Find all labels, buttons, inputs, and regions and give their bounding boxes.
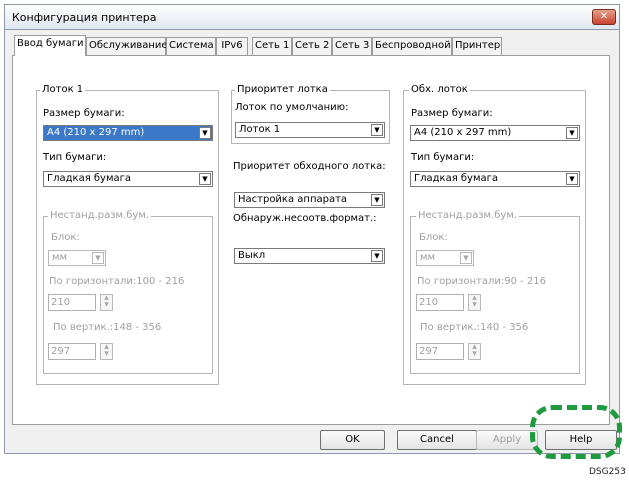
tray1-vertical-field[interactable]: 297 [48,343,96,360]
tray1-custom-legend: Нестанд.разм.бум. [48,210,152,221]
tab-wireless[interactable]: Беспроводной [372,37,452,55]
bypass-paper-type-label: Тип бумаги: [411,152,475,163]
chevron-down-icon[interactable]: ▼ [92,252,104,264]
chevron-down-icon[interactable]: ▼ [566,127,578,139]
priority-legend: Приоритет лотка [235,84,330,95]
ok-button[interactable]: OK [320,430,385,450]
tray1-legend: Лоток 1 [40,84,86,95]
tab-printer[interactable]: Принтер [452,37,502,55]
bypass-priority-value: Настройка аппарата [238,194,348,205]
default-tray-value: Лоток 1 [239,124,281,135]
bypass-unit-label: Блок: [419,232,448,243]
cancel-button[interactable]: Cancel [397,430,477,450]
tab-network-1[interactable]: Сеть 1 [252,37,292,55]
bypass-paper-type-value: Гладкая бумага [414,173,499,184]
tray1-paper-size-select[interactable]: A4 (210 x 297 mm) ▼ [43,125,213,141]
bypass-custom-legend: Нестанд.разм.бум. [416,210,520,221]
tray1-unit-select[interactable]: мм ▼ [48,250,106,266]
tab-system[interactable]: Система [166,37,216,55]
tray1-paper-type-label: Тип бумаги: [43,152,107,163]
bypass-paper-size-select[interactable]: A4 (210 x 297 mm) ▼ [410,125,580,141]
bypass-legend: Обх. лоток [409,84,470,95]
tray1-unit-label: Блок: [51,232,80,243]
bypass-vertical-label: По вертик.:140 - 356 [420,322,529,333]
tray1-paper-size-value: A4 (210 x 297 mm) [47,127,145,138]
chevron-down-icon[interactable]: ▼ [371,194,383,206]
tray1-horizontal-field[interactable]: 210 [48,294,96,311]
tray1-vertical-label: По вертик.:148 - 356 [53,322,162,333]
bypass-vertical-field[interactable]: 297 [416,343,464,360]
tray1-paper-size-label: Размер бумаги: [43,108,125,119]
tray1-paper-type-select[interactable]: Гладкая бумага ▼ [43,171,213,187]
chevron-down-icon[interactable]: ▼ [566,173,578,185]
chevron-down-icon[interactable]: ▼ [460,252,472,264]
figure-id: DSG253 [589,467,626,477]
tray1-horizontal-label: По горизонтали:100 - 216 [49,276,185,287]
tray1-unit-value: мм [52,252,68,263]
default-tray-select[interactable]: Лоток 1 ▼ [235,122,385,138]
chevron-down-icon[interactable]: ▼ [371,124,383,136]
mismatch-label: Обнаруж.несоотв.формат.: [233,213,377,224]
bypass-horizontal-field[interactable]: 210 [416,294,464,311]
tray1-vertical-stepper[interactable]: ▴ ▾ [100,343,113,360]
mismatch-value: Выкл [238,250,266,261]
bypass-priority-label: Приоритет обходного лотка: [233,161,386,172]
bypass-vertical-stepper[interactable]: ▴ ▾ [468,343,481,360]
default-tray-label: Лоток по умолчанию: [235,102,349,113]
tab-ipv6[interactable]: IPv6 [216,37,248,55]
bypass-unit-select[interactable]: мм ▼ [416,250,474,266]
bypass-unit-value: мм [420,252,436,263]
tab-network-2[interactable]: Сеть 2 [292,37,332,55]
bypass-paper-size-label: Размер бумаги: [411,108,493,119]
tray1-paper-type-value: Гладкая бумага [47,173,132,184]
chevron-down-icon[interactable]: ▼ [199,127,211,139]
bypass-paper-size-value: A4 (210 x 297 mm) [414,127,512,138]
chevron-down-icon[interactable]: ▼ [199,173,211,185]
bypass-paper-type-select[interactable]: Гладкая бумага ▼ [410,171,580,187]
window-title: Конфигурация принтера [12,11,157,24]
tab-maintenance[interactable]: Обслуживание [86,37,168,55]
tab-paper-input[interactable]: Ввод бумаги [14,35,86,56]
bypass-priority-select[interactable]: Настройка аппарата ▼ [234,192,385,208]
apply-button[interactable]: Apply [476,430,538,450]
tab-network-3[interactable]: Сеть 3 [332,37,372,55]
bypass-horizontal-label: По горизонтали:90 - 216 [417,276,546,287]
tray1-horizontal-stepper[interactable]: ▴ ▾ [100,294,113,311]
close-button[interactable]: ✕ [592,9,616,25]
help-button-highlight [530,405,622,459]
mismatch-select[interactable]: Выкл ▼ [234,248,385,264]
bypass-horizontal-stepper[interactable]: ▴ ▾ [468,294,481,311]
chevron-down-icon[interactable]: ▼ [371,250,383,262]
